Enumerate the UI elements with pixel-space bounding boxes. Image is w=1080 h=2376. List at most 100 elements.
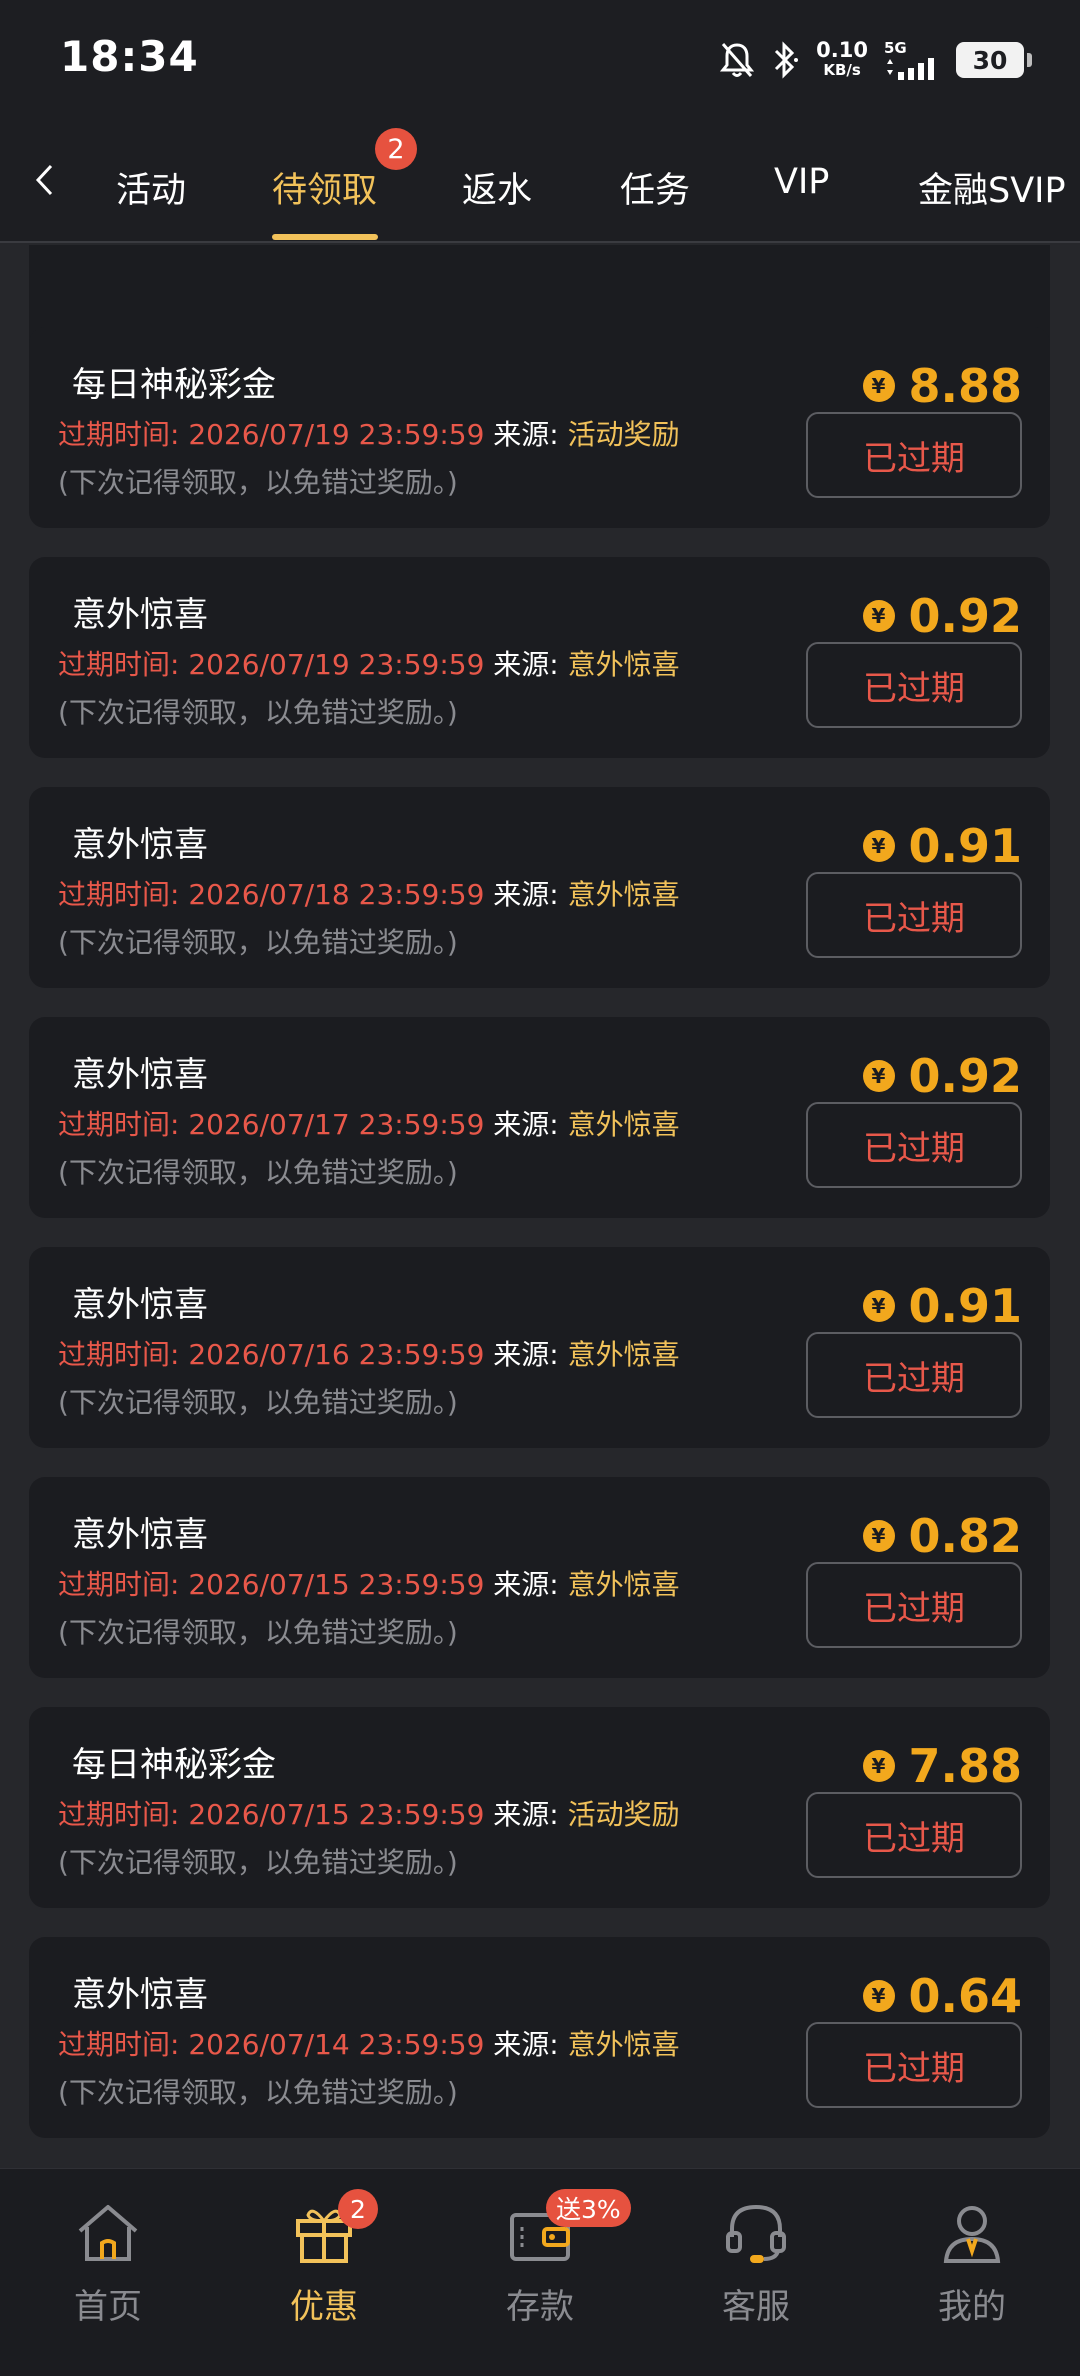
- source-label: 来源:: [493, 418, 559, 451]
- nav-offers-label: 优惠: [290, 2287, 358, 2327]
- chevron-left-icon: [35, 164, 53, 196]
- list-item: 意外惊喜 过期时间: 2026/07/16 23:59:59 来源: 意外惊喜 …: [29, 1247, 1050, 1448]
- deposit-bonus-badge: 送3%: [546, 2189, 631, 2227]
- expired-button[interactable]: 已过期: [806, 1102, 1022, 1188]
- yuan-coin-icon: ¥: [862, 1060, 895, 1092]
- reward-note: (下次记得领取，以免错过奖励。): [58, 1386, 458, 1419]
- expired-button[interactable]: 已过期: [806, 1562, 1022, 1648]
- expired-button[interactable]: 已过期: [806, 412, 1022, 498]
- expire-label: 过期时间:: [58, 1108, 180, 1141]
- reward-note: (下次记得领取，以免错过奖励。): [58, 696, 458, 729]
- nav-profile-label: 我的: [938, 2287, 1006, 2327]
- nav-support[interactable]: 客服: [676, 2197, 836, 2347]
- nav-profile[interactable]: 我的: [892, 2197, 1052, 2347]
- net-speed-value: 0.10: [816, 38, 868, 62]
- yuan-coin-icon: ¥: [862, 370, 895, 402]
- back-button[interactable]: [24, 156, 64, 204]
- status-bar: 18:34 0.10 KB/s 5G 30: [0, 0, 1080, 118]
- tab-tasks[interactable]: 任务: [620, 162, 690, 213]
- nav-deposit-label: 存款: [506, 2287, 574, 2327]
- tab-vip[interactable]: VIP: [774, 162, 829, 202]
- source-label: 来源:: [493, 878, 559, 911]
- bluetooth-icon: [775, 41, 799, 79]
- tab-activity[interactable]: 活动: [116, 162, 186, 213]
- amount-value: 0.92: [908, 1049, 1023, 1103]
- nav-home[interactable]: 首页: [28, 2197, 188, 2347]
- net-speed-unit: KB/s: [823, 61, 861, 79]
- yuan-coin-icon: ¥: [862, 1520, 895, 1552]
- source-value: 活动奖励: [567, 418, 680, 451]
- list-item: 意外惊喜 过期时间: 2026/07/15 23:59:59 来源: 意外惊喜 …: [29, 1477, 1050, 1678]
- signal: 5G: [884, 40, 940, 80]
- list-item: 每日神秘彩金 过期时间: 2026/07/15 23:59:59 来源: 活动奖…: [29, 1707, 1050, 1908]
- amount-value: 0.92: [908, 589, 1023, 643]
- tab-rebate[interactable]: 返水: [462, 162, 532, 213]
- expired-button[interactable]: 已过期: [806, 2022, 1022, 2108]
- signal-bars-icon: [887, 58, 934, 80]
- reward-note: (下次记得领取，以免错过奖励。): [58, 2076, 458, 2109]
- bottom-nav: 首页 优惠 2 存款 送3% 客服 我的: [0, 2168, 1080, 2376]
- reward-note: (下次记得领取，以免错过奖励。): [58, 1616, 458, 1649]
- reward-title: 每日神秘彩金: [72, 365, 276, 405]
- expire-time: 2026/07/17 23:59:59: [188, 1108, 485, 1141]
- amount-value: 0.91: [908, 819, 1023, 873]
- tab-bar: 活动 待领取 返水 任务 VIP 金融SVIP: [0, 118, 1080, 243]
- expire-label: 过期时间:: [58, 1568, 180, 1601]
- reward-title: 意外惊喜: [72, 1285, 208, 1325]
- expire-time: 2026/07/19 23:59:59: [188, 648, 485, 681]
- reward-amount: ¥ 0.92: [862, 589, 1023, 643]
- source-label: 来源:: [493, 2028, 559, 2061]
- tab-pending[interactable]: 待领取: [272, 162, 377, 213]
- source-value: 意外惊喜: [567, 1338, 680, 1371]
- tab-svip[interactable]: 金融SVIP: [918, 162, 1066, 213]
- expire-label: 过期时间:: [58, 1798, 180, 1831]
- reward-list[interactable]: 每日神秘彩金 过期时间: 2026/07/19 23:59:59 来源: 活动奖…: [0, 245, 1080, 2168]
- reward-note: (下次记得领取，以免错过奖励。): [58, 1156, 458, 1189]
- reward-title: 意外惊喜: [72, 1515, 208, 1555]
- status-time: 18:34: [60, 32, 199, 81]
- expire-time: 2026/07/16 23:59:59: [188, 1338, 485, 1371]
- reward-amount: ¥ 7.88: [862, 1739, 1022, 1793]
- source-value: 意外惊喜: [567, 2028, 680, 2061]
- expired-button[interactable]: 已过期: [806, 872, 1022, 958]
- source-label: 来源:: [493, 1108, 559, 1141]
- reward-title: 意外惊喜: [72, 1975, 208, 2015]
- expire-label: 过期时间:: [58, 1338, 180, 1371]
- reward-amount: ¥ 0.64: [862, 1969, 1023, 2023]
- expired-button[interactable]: 已过期: [806, 1792, 1022, 1878]
- source-value: 意外惊喜: [567, 1108, 680, 1141]
- nav-deposit[interactable]: 存款 送3%: [460, 2189, 631, 2347]
- signal-label: 5G: [884, 39, 907, 57]
- home-icon: [78, 2205, 138, 2261]
- reward-meta: 过期时间: 2026/07/15 23:59:59 来源: 意外惊喜: [58, 1563, 680, 1603]
- amount-value: 0.64: [908, 1969, 1023, 2023]
- reward-meta: 过期时间: 2026/07/15 23:59:59 来源: 活动奖励: [58, 1793, 680, 1833]
- list-item: 意外惊喜 过期时间: 2026/07/17 23:59:59 来源: 意外惊喜 …: [29, 1017, 1050, 1218]
- reward-title: 每日神秘彩金: [72, 1745, 276, 1785]
- reward-amount: ¥ 8.88: [862, 359, 1022, 413]
- nav-offers[interactable]: 优惠 2: [244, 2189, 404, 2347]
- expire-time: 2026/07/14 23:59:59: [188, 2028, 485, 2061]
- reward-note: (下次记得领取，以免错过奖励。): [58, 1846, 458, 1879]
- source-value: 活动奖励: [567, 1798, 680, 1831]
- expired-button[interactable]: 已过期: [806, 642, 1022, 728]
- amount-value: 0.82: [908, 1509, 1023, 1563]
- user-icon: [943, 2206, 1001, 2263]
- reward-meta: 过期时间: 2026/07/16 23:59:59 来源: 意外惊喜: [58, 1333, 680, 1373]
- battery-icon: 30: [956, 42, 1032, 78]
- expire-label: 过期时间:: [58, 648, 180, 681]
- headset-icon: [726, 2204, 786, 2263]
- reward-title: 意外惊喜: [72, 595, 208, 635]
- list-item: 每日神秘彩金 过期时间: 2026/07/19 23:59:59 来源: 活动奖…: [29, 327, 1050, 528]
- reward-meta: 过期时间: 2026/07/18 23:59:59 来源: 意外惊喜: [58, 873, 680, 913]
- expire-label: 过期时间:: [58, 418, 180, 451]
- yuan-coin-icon: ¥: [862, 600, 895, 632]
- expire-time: 2026/07/15 23:59:59: [188, 1568, 485, 1601]
- source-value: 意外惊喜: [567, 878, 680, 911]
- expire-label: 过期时间:: [58, 2028, 180, 2061]
- nav-support-label: 客服: [722, 2287, 790, 2327]
- net-speed: 0.10 KB/s: [816, 40, 868, 80]
- expired-button[interactable]: 已过期: [806, 1332, 1022, 1418]
- list-item: 意外惊喜 过期时间: 2026/07/14 23:59:59 来源: 意外惊喜 …: [29, 1937, 1050, 2138]
- pending-count-badge: 2: [375, 128, 417, 170]
